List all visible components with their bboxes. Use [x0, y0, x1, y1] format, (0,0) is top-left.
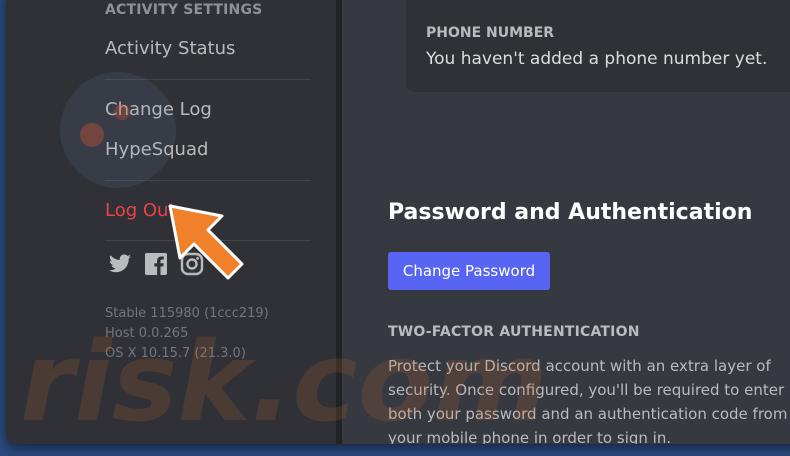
- facebook-icon[interactable]: [144, 252, 168, 276]
- password-section-title: Password and Authentication: [388, 200, 753, 225]
- sidebar-divider: [105, 240, 311, 241]
- sidebar-border: [336, 0, 342, 444]
- instagram-icon[interactable]: [180, 252, 204, 276]
- sidebar-divider: [105, 79, 311, 80]
- settings-sidebar: ACTIVITY SETTINGS Activity Status Change…: [6, 0, 336, 444]
- settings-window: ACTIVITY SETTINGS Activity Status Change…: [6, 0, 790, 444]
- version-build: Stable 115980 (1ccc219): [105, 306, 269, 321]
- sidebar-item-change-log[interactable]: Change Log: [105, 99, 212, 120]
- two-factor-description: Protect your Discord account with an ext…: [388, 357, 788, 444]
- version-host: Host 0.0.265: [105, 326, 189, 341]
- activity-settings-header: ACTIVITY SETTINGS: [105, 2, 263, 18]
- phone-number-label: PHONE NUMBER: [426, 25, 555, 41]
- sidebar-item-log-out[interactable]: Log Out: [105, 200, 176, 221]
- phone-number-value: You haven't added a phone number yet.: [426, 49, 768, 69]
- account-info-card: [406, 0, 790, 92]
- version-os: OS X 10.15.7 (21.3.0): [105, 346, 246, 361]
- sidebar-item-activity-status[interactable]: Activity Status: [105, 38, 235, 59]
- twitter-icon[interactable]: [108, 252, 132, 276]
- change-password-button[interactable]: Change Password: [388, 252, 550, 290]
- sidebar-divider: [105, 180, 311, 181]
- two-factor-label: TWO-FACTOR AUTHENTICATION: [388, 324, 640, 340]
- sidebar-item-hypesquad[interactable]: HypeSquad: [105, 139, 208, 160]
